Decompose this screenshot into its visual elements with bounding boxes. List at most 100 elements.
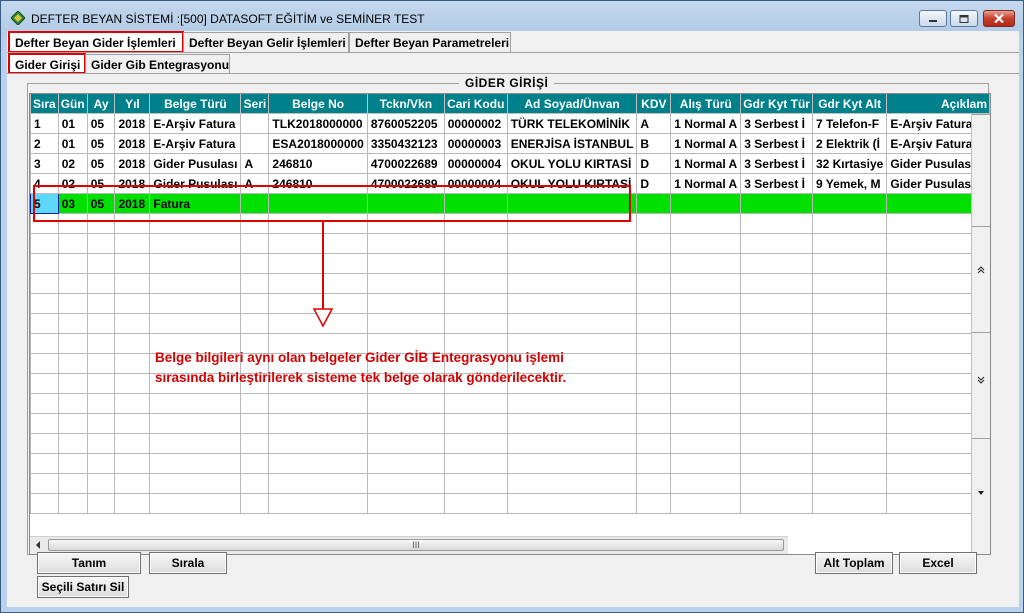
table-cell[interactable]: 1 Normal A <box>670 153 742 174</box>
table-cell[interactable] <box>506 293 638 314</box>
scroll-bottom-icon[interactable] <box>977 490 985 496</box>
table-cell[interactable] <box>670 453 742 474</box>
table-cell[interactable]: B <box>636 133 672 154</box>
table-cell[interactable] <box>636 373 672 394</box>
table-cell[interactable] <box>86 333 116 354</box>
table-cell[interactable] <box>443 413 508 434</box>
table-cell[interactable] <box>636 393 672 414</box>
table-cell[interactable] <box>443 313 508 334</box>
table-cell[interactable] <box>366 453 445 474</box>
table-cell[interactable] <box>506 493 638 514</box>
table-cell[interactable]: 01 <box>57 133 88 154</box>
table-cell[interactable] <box>636 433 672 454</box>
table-cell[interactable] <box>670 293 742 314</box>
table-cell[interactable] <box>30 493 59 514</box>
table-cell[interactable] <box>268 493 368 514</box>
table-cell[interactable] <box>443 393 508 414</box>
table-cell[interactable]: 1 Normal A <box>670 133 742 154</box>
maximize-button[interactable] <box>950 10 978 27</box>
table-cell[interactable] <box>366 393 445 414</box>
table-cell[interactable] <box>670 493 742 514</box>
table-cell[interactable] <box>811 193 888 214</box>
table-cell[interactable] <box>740 213 813 234</box>
table-cell[interactable] <box>740 433 813 454</box>
table-cell[interactable]: 2 <box>30 133 59 154</box>
table-cell[interactable] <box>506 253 638 274</box>
table-cell[interactable] <box>114 333 151 354</box>
table-cell[interactable] <box>670 433 742 454</box>
table-cell[interactable] <box>740 253 813 274</box>
table-cell[interactable] <box>670 373 742 394</box>
col-header[interactable]: Gün <box>57 94 88 114</box>
tab-parametreler[interactable]: Defter Beyan Parametreleri <box>349 32 511 52</box>
table-cell[interactable] <box>30 333 59 354</box>
table-cell[interactable] <box>240 273 270 294</box>
table-cell[interactable] <box>740 473 813 494</box>
table-cell[interactable] <box>30 353 59 374</box>
table-cell[interactable]: TÜRK TELEKOMİNİK <box>506 113 638 134</box>
minimize-button[interactable] <box>919 10 947 27</box>
table-cell[interactable] <box>57 373 88 394</box>
table-cell[interactable] <box>740 413 813 434</box>
table-cell[interactable]: 2018 <box>114 113 151 134</box>
table-cell[interactable] <box>506 453 638 474</box>
sirala-button[interactable]: Sırala <box>149 552 227 574</box>
table-cell[interactable]: A <box>636 113 672 134</box>
empty-row[interactable] <box>30 453 990 474</box>
table-cell[interactable] <box>114 493 151 514</box>
table-cell[interactable] <box>114 293 151 314</box>
table-cell[interactable] <box>670 313 742 334</box>
table-cell[interactable] <box>636 213 672 234</box>
table-cell[interactable] <box>268 413 368 434</box>
table-cell[interactable] <box>366 433 445 454</box>
table-cell[interactable] <box>636 313 672 334</box>
tab-gider-girisi[interactable]: Gider Girişi <box>8 53 86 74</box>
excel-button[interactable]: Excel <box>899 552 977 574</box>
empty-row[interactable] <box>30 433 990 454</box>
vertical-scrollbar[interactable] <box>971 114 990 554</box>
table-cell[interactable]: 05 <box>86 133 116 154</box>
table-cell[interactable]: 02 <box>57 153 88 174</box>
table-cell[interactable] <box>240 393 270 414</box>
empty-row[interactable] <box>30 413 990 434</box>
table-cell[interactable] <box>740 373 813 394</box>
table-cell[interactable] <box>30 473 59 494</box>
table-cell[interactable]: E-Arşiv Fatura <box>149 113 242 134</box>
table-cell[interactable]: 05 <box>86 153 116 174</box>
table-cell[interactable] <box>740 333 813 354</box>
table-cell[interactable] <box>114 393 151 414</box>
col-header[interactable]: Sıra <box>30 94 59 114</box>
table-cell[interactable] <box>670 413 742 434</box>
table-cell[interactable]: A <box>240 153 270 174</box>
table-cell[interactable] <box>30 313 59 334</box>
table-cell[interactable]: 3 Serbest İ <box>740 173 813 194</box>
table-cell[interactable] <box>57 313 88 334</box>
table-cell[interactable] <box>811 453 888 474</box>
table-cell[interactable] <box>114 313 151 334</box>
table-cell[interactable] <box>57 393 88 414</box>
table-cell[interactable] <box>811 333 888 354</box>
table-cell[interactable] <box>811 313 888 334</box>
table-cell[interactable]: 8760052205 <box>366 113 445 134</box>
table-cell[interactable] <box>240 473 270 494</box>
table-cell[interactable]: D <box>636 173 672 194</box>
table-cell[interactable]: 32 Kırtasiye <box>811 153 888 174</box>
table-cell[interactable] <box>636 253 672 274</box>
table-cell[interactable] <box>636 193 672 214</box>
table-cell[interactable]: ENERJİSA İSTANBUL <box>506 133 638 154</box>
table-cell[interactable] <box>114 413 151 434</box>
table-cell[interactable] <box>149 273 242 294</box>
table-cell[interactable] <box>443 473 508 494</box>
table-cell[interactable] <box>811 233 888 254</box>
table-cell[interactable] <box>811 353 888 374</box>
table-cell[interactable] <box>57 473 88 494</box>
table-cell[interactable] <box>240 113 270 134</box>
table-cell[interactable] <box>30 433 59 454</box>
table-cell[interactable]: Gider Pusulası <box>149 153 242 174</box>
table-cell[interactable]: 3 Serbest İ <box>740 113 813 134</box>
table-cell[interactable] <box>811 433 888 454</box>
tab-gider-gib-entegrasyonu[interactable]: Gider Gib Entegrasyonu <box>85 54 230 73</box>
table-cell[interactable] <box>57 493 88 514</box>
table-cell[interactable] <box>268 233 368 254</box>
secili-satiri-sil-button[interactable]: Seçili Satırı Sil <box>37 576 129 598</box>
